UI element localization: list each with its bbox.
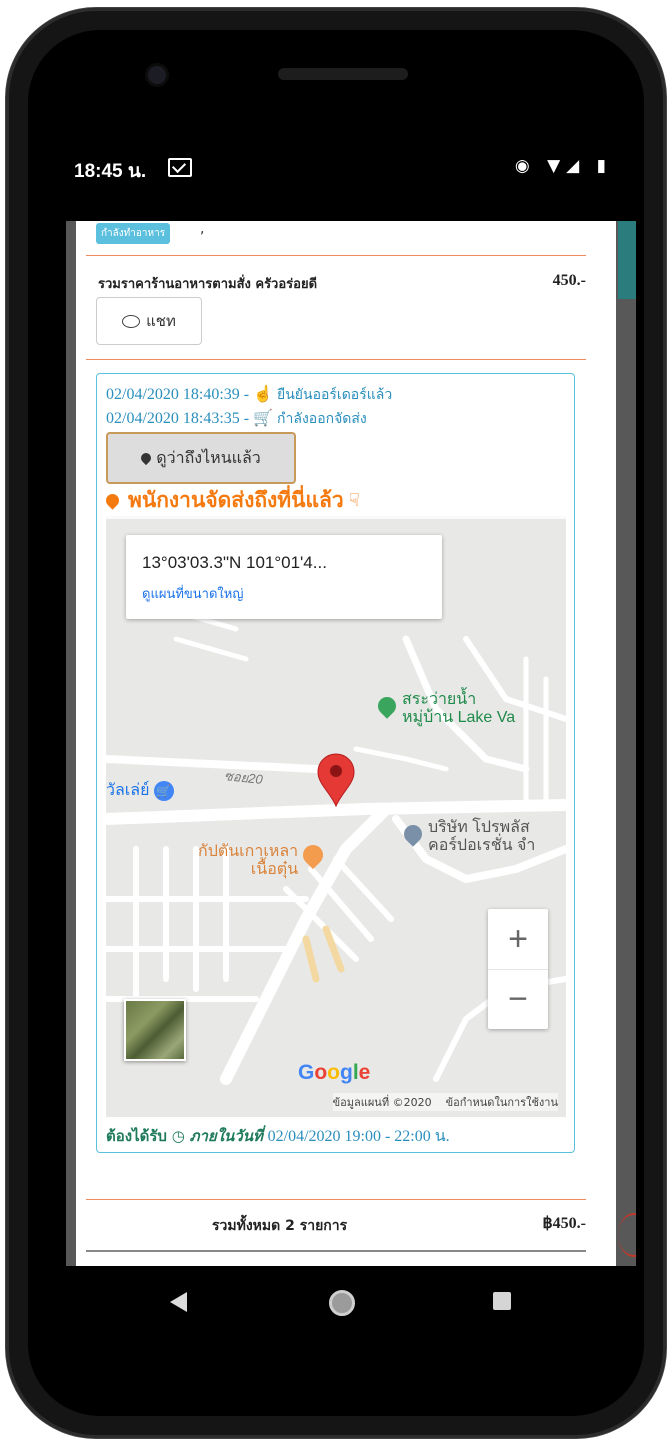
subtotal-price: 450.- (552, 272, 586, 289)
system-status-icons: ◉ ▼◢ ▮ (514, 156, 612, 176)
log-text: ยืนยันออร์เดอร์แล้ว (277, 387, 393, 403)
google-logo: Google (298, 1061, 371, 1084)
log-time: 02/04/2020 18:40:39 - (106, 386, 250, 403)
tracking-panel: 02/04/2020 18:40:39 - ☝ ยืนยันออร์เดอร์แ… (96, 373, 575, 1153)
delivery-label-date: ภายในวันที่ (189, 1127, 263, 1145)
front-camera (148, 66, 166, 84)
status-badge: กำลังทำอาหาร (96, 223, 171, 244)
poi-pin-icon (400, 821, 426, 847)
poi-company[interactable]: บริษัท โปรพลัส คอร์ปอเรชั่น จำ (400, 819, 536, 855)
delivery-label: ต้องได้รับ (106, 1127, 167, 1145)
poi-label: สระว่ายน้ำ (402, 691, 477, 708)
status-time: 18:45 น. (74, 161, 147, 182)
cart-icon: 🛒 (253, 410, 274, 427)
shopping-cart-icon: 🛒 (153, 781, 174, 801)
poi-swimming-pool[interactable]: สระว่ายน้ำ หมู่บ้าน Lake Va (374, 691, 516, 727)
log-entry-shipping: 02/04/2020 18:43:35 - 🛒 กำลังออกจัดส่ง (106, 408, 367, 430)
floating-action-button[interactable] (618, 1213, 636, 1257)
home-button[interactable] (329, 1290, 355, 1316)
chat-bubble-icon (122, 314, 141, 328)
poi-label: บริษัท โปรพลัส (428, 819, 530, 836)
recent-apps-button[interactable] (493, 1292, 511, 1310)
poi-restaurant[interactable]: กัปตันเกาเหลา เนื้อตุ๋น (198, 840, 327, 879)
status-bar: 18:45 น. ◉ ▼◢ ▮ (50, 150, 628, 190)
map-terms-link[interactable]: ข้อกำหนดในการใช้งาน (446, 1096, 558, 1109)
google-map[interactable]: 13°03'03.3"N 101°01'4... ดูแผนที่ขนาดใหญ… (106, 516, 566, 1117)
map-attribution: ข้อมูลแผนที่ ©2020 ข้อกำหนดในการใช้งาน (332, 1093, 558, 1111)
map-marker-icon[interactable] (316, 752, 356, 808)
track-location-label: ดูว่าถึงไหนแล้ว (156, 447, 261, 467)
log-text: กำลังออกจัดส่ง (277, 411, 367, 427)
arrived-message: พนักงานจัดส่งถึงที่นี่แล้ว ☟ (103, 484, 360, 517)
map-coordinates: 13°03'03.3"N 101°01'4... (142, 553, 327, 572)
badge-separator: , (200, 221, 205, 237)
satellite-toggle-button[interactable] (124, 999, 186, 1061)
order-card: กำลังทำอาหาร , รวมราคาร้านอาหารตามสั่ง ค… (76, 221, 616, 1266)
zoom-control: + − (488, 909, 548, 1029)
track-location-button[interactable]: ดูว่าถึงไหนแล้ว (106, 432, 296, 484)
map-marker-icon (103, 491, 122, 510)
poi-pin-icon (374, 693, 400, 719)
poi-label: กัปตันเกาเหลา (198, 843, 299, 860)
thumbs-down-icon: ☟ (348, 490, 360, 511)
subtotal-label: รวมราคาร้านอาหารตามสั่ง ครัวอร่อยดี (98, 277, 318, 292)
poi-label: คอร์ปอเรชั่น จำ (428, 837, 536, 854)
delivery-value: 02/04/2020 19:00 - 22:00 น. (267, 1128, 450, 1145)
restaurant-fork-icon (298, 840, 327, 870)
poi-label: วัลเล่ย์ (106, 782, 150, 799)
divider (86, 255, 586, 256)
clock-icon: ◷ (171, 1127, 185, 1145)
chat-button-label: แชท (146, 312, 176, 330)
poi-label: หมู่บ้าน Lake Va (402, 709, 516, 726)
earpiece-speaker (278, 68, 408, 80)
android-navigation-bar (22, 1266, 638, 1336)
thumbs-up-icon: ☝ (253, 386, 274, 403)
back-button[interactable] (170, 1292, 187, 1312)
total-price: ฿450.- (542, 1215, 586, 1232)
divider (86, 359, 586, 360)
poi-label: เนื้อตุ๋น (250, 861, 299, 878)
mail-notification-icon (168, 158, 192, 177)
background-header-strip (618, 221, 636, 299)
view-larger-map-link[interactable]: ดูแผนที่ขนาดใหญ่ (142, 583, 243, 604)
map-data-credit: ข้อมูลแผนที่ ©2020 (332, 1096, 432, 1109)
log-time: 02/04/2020 18:43:35 - (106, 410, 250, 427)
delivery-window: ต้องได้รับ ◷ ภายในวันที่ 02/04/2020 19:0… (106, 1124, 450, 1149)
arrived-text: พนักงานจัดส่งถึงที่นี่แล้ว (128, 488, 344, 512)
zoom-in-button[interactable]: + (488, 909, 548, 970)
map-info-card: 13°03'03.3"N 101°01'4... ดูแผนที่ขนาดใหญ… (126, 535, 442, 619)
map-marker-icon (139, 450, 154, 466)
app-screen: กำลังทำอาหาร , รวมราคาร้านอาหารตามสั่ง ค… (66, 221, 636, 1266)
log-entry-confirmed: 02/04/2020 18:40:39 - ☝ ยืนยันออร์เดอร์แ… (106, 384, 392, 406)
poi-valley[interactable]: วัลเล่ย์ 🛒 (106, 781, 174, 801)
divider (86, 1199, 586, 1200)
total-label: รวมทั้งหมด 2 รายการ (212, 1218, 348, 1234)
chat-button[interactable]: แชท (96, 297, 202, 345)
zoom-out-button[interactable]: − (488, 969, 548, 1029)
divider (86, 1250, 586, 1252)
